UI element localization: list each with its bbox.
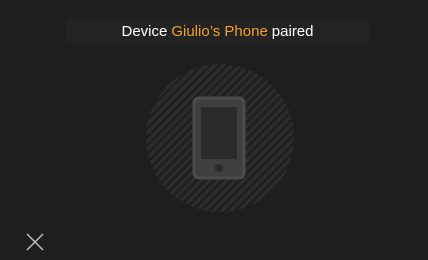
device-name: Giulio’s Phone	[171, 22, 268, 40]
notification-suffix: paired	[271, 22, 314, 40]
close-icon[interactable]	[24, 231, 46, 253]
pairing-notification: Device Giulio’s Phone paired	[66, 19, 369, 43]
smartphone-icon	[192, 96, 246, 180]
pairing-screen: Device Giulio’s Phone paired	[0, 0, 428, 260]
notification-prefix: Device	[121, 22, 168, 40]
